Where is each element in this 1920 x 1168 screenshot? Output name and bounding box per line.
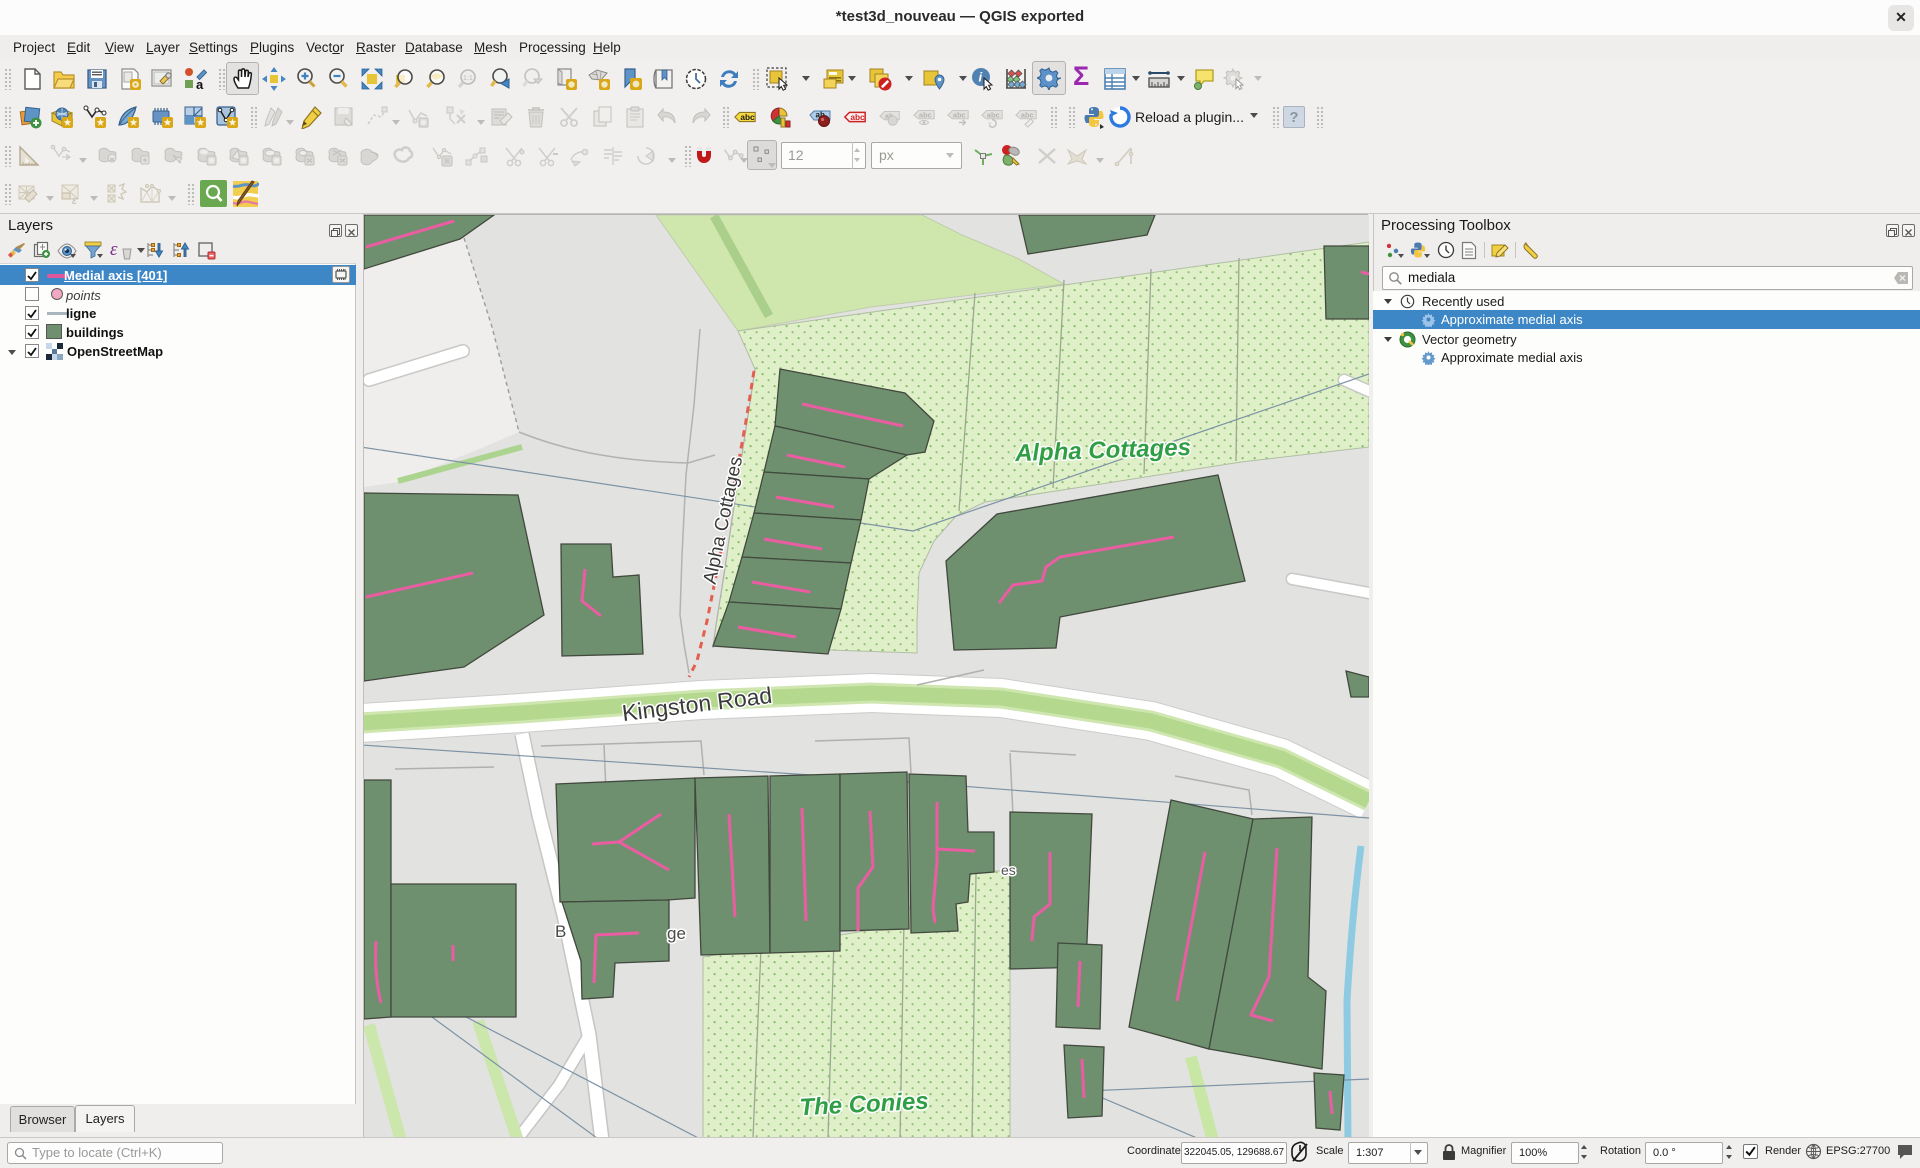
svg-text:abc: abc (919, 110, 932, 119)
svg-text:abc: abc (740, 112, 755, 122)
svg-text:abc: abc (850, 112, 865, 122)
svg-text:ge: ge (667, 924, 686, 943)
svg-text:abc: abc (953, 110, 966, 119)
svg-text:es: es (1001, 862, 1016, 878)
svg-text:ε: ε (72, 195, 77, 206)
svg-text:abc: abc (1021, 110, 1034, 119)
svg-text:i: i (979, 70, 983, 85)
svg-text:B: B (555, 922, 566, 941)
svg-text:abc: abc (987, 110, 1000, 119)
svg-text:a: a (196, 77, 204, 91)
svg-text:1:1: 1:1 (463, 75, 473, 82)
